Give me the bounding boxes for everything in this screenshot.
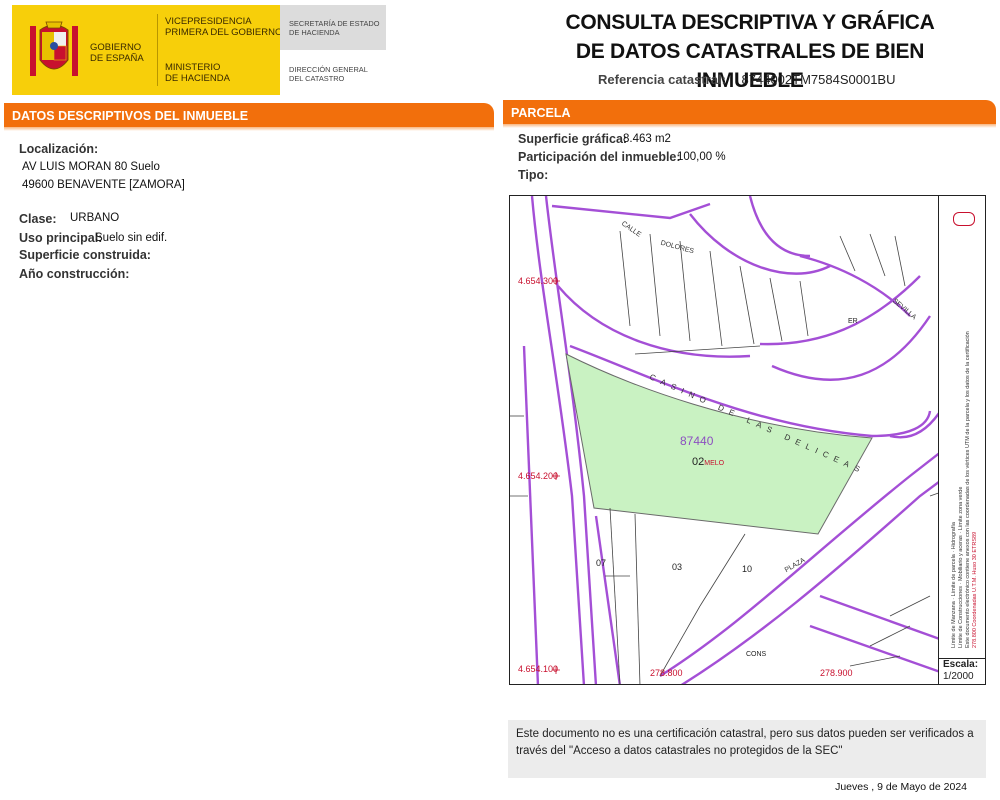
cadastral-map[interactable]: 87440 02MELO CASINO DE LAS DELICEAS 4.65… <box>509 195 986 685</box>
tipo-label: Tipo: <box>518 168 549 182</box>
parcel-id-label: 87440 <box>680 434 714 448</box>
direccion-text: DIRECCIÓN GENERAL DEL CATASTRO <box>289 65 368 83</box>
sub-parcel-label: 02MELO <box>692 456 725 468</box>
gobierno-text: GOBIERNO DE ESPAÑA <box>90 42 144 64</box>
legend-item: Mobiliario y aceras <box>958 535 964 582</box>
lot-10-label: 10 <box>742 564 753 574</box>
uso-principal-value: Suelo sin edif. <box>95 232 168 244</box>
anio-construccion-label: Año construcción: <box>19 267 130 281</box>
section-bar-descriptivos: DATOS DESCRIPTIVOS DEL INMUEBLE <box>4 103 494 131</box>
coord-label-bot: 4.654.100 <box>518 664 559 674</box>
legend-item: Hidrografía <box>951 522 957 550</box>
participacion-label: Participación del inmueble: <box>518 150 681 164</box>
coat-of-arms-icon <box>28 16 80 86</box>
coord-label-x2: 278.900 <box>820 668 853 678</box>
vicepresidencia-text: VICEPRESIDENCIA PRIMERA DEL GOBIERNO <box>165 16 283 38</box>
legend-item: Límite de parcela <box>951 554 957 597</box>
north-arrow-icon <box>953 212 975 226</box>
clase-label: Clase: <box>19 212 57 226</box>
superficie-grafica-value: 8.463 m2 <box>623 133 671 145</box>
superficie-grafica-label: Superficie gráfica: <box>518 132 628 146</box>
disclaimer-note: Este documento no es una certificación c… <box>508 720 986 778</box>
legend-item: Límite de Manzana <box>951 601 957 648</box>
coord-label-top: 4.654.300 <box>518 276 559 286</box>
legend-item: Este documento electrónico contiene anex… <box>965 331 971 648</box>
coord-label-x1: 278.800 <box>650 668 683 678</box>
ref-label: Referencia catastral: <box>598 72 726 87</box>
referencia-catastral: Referencia catastral: 8744002TM7584S0001… <box>598 72 895 87</box>
localizacion-line2: 49600 BENAVENTE [ZAMORA] <box>22 179 185 191</box>
ref-value: 8744002TM7584S0001BU <box>741 72 896 87</box>
lot-03-label: 03 <box>672 562 683 572</box>
legend-item: Límite de Construcciones <box>958 585 964 648</box>
lot-cons-label: CONS <box>746 651 767 658</box>
localizacion-label: Localización: <box>19 142 99 156</box>
legend-item: Límite zona verde <box>958 486 964 531</box>
map-legend: Límite de Manzana · Límite de parcela · … <box>938 196 985 658</box>
participacion-value: 100,00 % <box>677 151 726 163</box>
uso-principal-label: Uso principal: <box>19 231 103 245</box>
map-scale: Escala: 1/2000 <box>938 658 985 684</box>
section-bar-parcela: PARCELA <box>503 100 996 128</box>
localizacion-line1: AV LUIS MORAN 80 Suelo <box>22 161 160 173</box>
document-date: Jueves , 9 de Mayo de 2024 <box>835 781 967 793</box>
lot-07-label: 07 <box>596 558 607 568</box>
ministerio-text: MINISTERIO DE HACIENDA <box>165 62 230 84</box>
clase-value: URBANO <box>70 212 120 224</box>
legend-item: 278.800 Coordenadas U.T.M. Huso 30 ETRS8… <box>972 531 978 648</box>
lot-er-label: ER <box>848 318 858 325</box>
coord-label-mid: 4.654.200 <box>518 471 559 481</box>
secretaria-text: SECRETARÍA DE ESTADO DE HACIENDA <box>289 19 380 37</box>
logo-divider <box>157 14 158 86</box>
superficie-construida-label: Superficie construida: <box>19 248 151 262</box>
